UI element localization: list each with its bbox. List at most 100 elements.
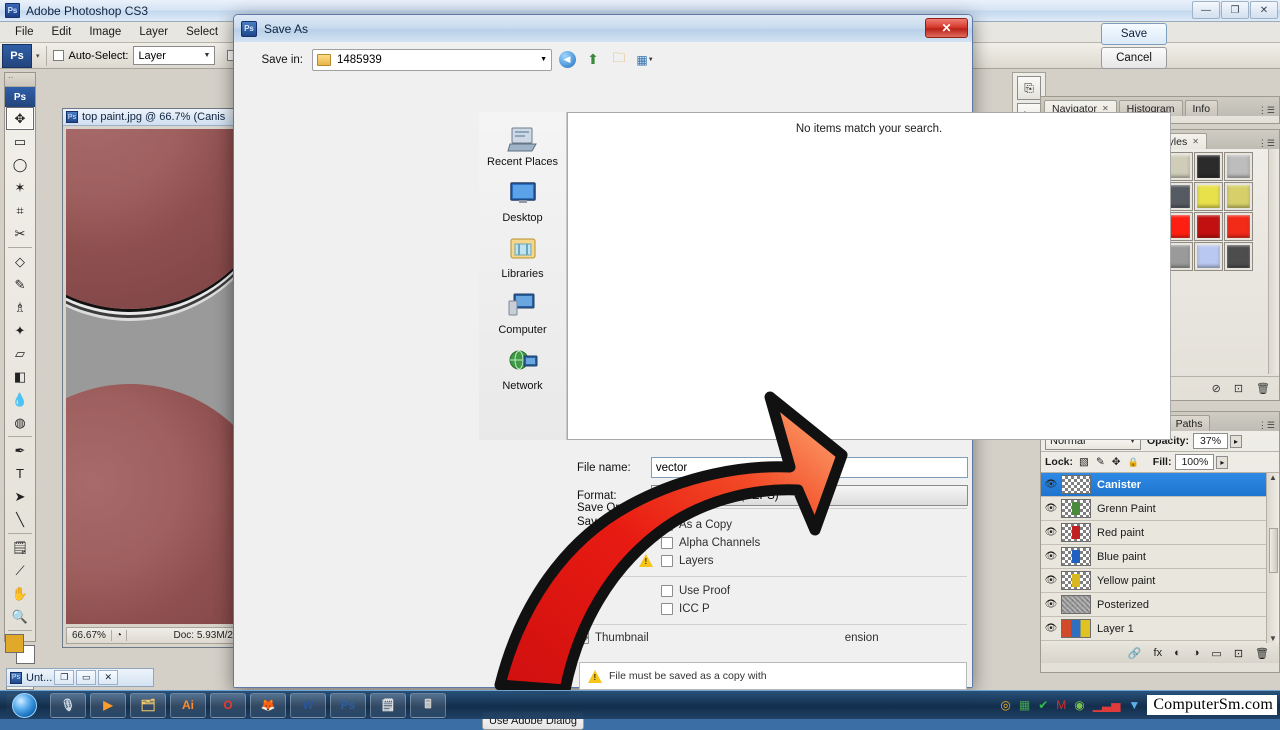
layer-row[interactable]: 👁 Posterized: [1041, 593, 1279, 617]
views-button[interactable]: ▦ ▼: [634, 49, 656, 71]
layer-row[interactable]: 👁 Red paint: [1041, 521, 1279, 545]
place-desktop[interactable]: Desktop: [479, 180, 566, 224]
style-swatch[interactable]: [1194, 182, 1223, 211]
layer-visibility-icon[interactable]: 👁: [1041, 527, 1061, 538]
style-swatch[interactable]: [1224, 212, 1253, 241]
taskbar-calculator[interactable]: 🖩: [410, 692, 446, 718]
opacity-slider-arrow-icon[interactable]: ▸: [1230, 434, 1243, 448]
save-option-as-a-copy[interactable]: As a Copy: [661, 516, 967, 534]
taskbar-media-player[interactable]: 🎙: [50, 692, 86, 718]
place-network[interactable]: Network: [479, 348, 566, 392]
new-layer-icon[interactable]: ⊡: [1234, 647, 1243, 660]
layer-row[interactable]: 👁 Grenn Paint: [1041, 497, 1279, 521]
layer-row[interactable]: Background🔒: [1041, 641, 1279, 643]
save-button[interactable]: Save: [1101, 23, 1167, 45]
up-one-level-button[interactable]: ⬆: [582, 49, 604, 71]
tab-paths[interactable]: Paths: [1167, 415, 1211, 431]
style-swatch[interactable]: [1194, 242, 1223, 271]
history-panel-icon[interactable]: ⎘: [1017, 76, 1041, 100]
line-tool[interactable]: ╲: [6, 508, 34, 531]
layer-visibility-icon[interactable]: 👁: [1041, 623, 1061, 634]
as-a-copy-checkbox[interactable]: [661, 519, 673, 531]
link-layers-icon[interactable]: 🔗: [1128, 647, 1142, 660]
lock-all-icon[interactable]: 🔒: [1128, 457, 1139, 468]
save-option-layers[interactable]: Layers: [639, 552, 967, 570]
color-swatches[interactable]: [5, 634, 35, 664]
color-option-icc-profile[interactable]: ICC P: [661, 600, 967, 618]
slice-tool[interactable]: ✂: [6, 222, 34, 245]
history-brush-tool[interactable]: ✦: [6, 319, 34, 342]
tray-globe[interactable]: ◉: [1074, 698, 1084, 712]
fill-value[interactable]: 100%: [1175, 454, 1215, 470]
layer-style-icon[interactable]: fx: [1154, 647, 1163, 659]
blur-tool[interactable]: 💧: [6, 388, 34, 411]
taskbar-illustrator[interactable]: Ai: [170, 692, 206, 718]
alpha-channels-checkbox[interactable]: [661, 537, 673, 549]
clone-stamp-tool[interactable]: ♗: [6, 296, 34, 319]
close-icon[interactable]: ✕: [1192, 137, 1199, 146]
layer-row[interactable]: 👁 Layer 1: [1041, 617, 1279, 641]
path-selection-tool[interactable]: ➤: [6, 485, 34, 508]
restore-icon[interactable]: ❐: [54, 670, 75, 685]
lock-position-icon[interactable]: ✥: [1112, 456, 1121, 468]
dialog-close-button[interactable]: ✕: [925, 18, 968, 38]
file-name-input[interactable]: vector: [650, 457, 968, 478]
thumbnail-checkbox[interactable]: [577, 632, 589, 644]
taskbar-photoshop[interactable]: Ps: [330, 692, 366, 718]
minimize-icon[interactable]: ▭: [76, 670, 97, 685]
marquee-tool[interactable]: ▭: [6, 130, 34, 153]
taskbar-wmp[interactable]: ▶: [90, 692, 126, 718]
menu-select[interactable]: Select: [177, 24, 227, 40]
zoom-level[interactable]: 66.67%: [67, 630, 111, 641]
new-style-icon[interactable]: ⊡: [1234, 382, 1243, 395]
zoom-tool[interactable]: 🔍: [6, 605, 34, 628]
taskbar-firefox[interactable]: 🦊: [250, 692, 286, 718]
color-option-use-proof[interactable]: Use Proof: [661, 582, 967, 600]
taskbar-explorer[interactable]: 🗂: [130, 692, 166, 718]
healing-brush-tool[interactable]: ◇: [6, 250, 34, 273]
style-swatch[interactable]: [1194, 212, 1223, 241]
styles-scrollbar[interactable]: [1268, 149, 1279, 374]
save-option-alpha-channels[interactable]: Alpha Channels: [661, 534, 967, 552]
new-folder-button[interactable]: 🗀: [608, 49, 630, 71]
start-button[interactable]: [2, 692, 46, 719]
layer-visibility-icon[interactable]: 👁: [1041, 575, 1061, 586]
dodge-tool[interactable]: ◍: [6, 411, 34, 434]
gradient-tool[interactable]: ◧: [6, 365, 34, 388]
minimize-button[interactable]: —: [1192, 1, 1220, 19]
place-libraries[interactable]: Libraries: [479, 236, 566, 280]
panel-menu-icon[interactable]: ⋮☰: [1258, 138, 1279, 149]
tray-volume[interactable]: ▁▃▅: [1093, 698, 1121, 712]
minimized-window-button[interactable]: Ps Unt... ❐ ▭ ✕: [6, 668, 154, 687]
file-list[interactable]: No items match your search.: [567, 112, 1171, 440]
taskbar-notepad[interactable]: 🗒: [370, 692, 406, 718]
layer-visibility-icon[interactable]: 👁: [1041, 551, 1061, 562]
menu-edit[interactable]: Edit: [43, 24, 81, 40]
opacity-value[interactable]: 37%: [1193, 433, 1229, 449]
close-icon[interactable]: ✕: [98, 670, 119, 685]
save-in-combo[interactable]: 1485939 ▼: [312, 48, 552, 71]
tray-chrome[interactable]: ◎: [1000, 698, 1010, 712]
active-tool-icon[interactable]: Ps: [2, 43, 32, 68]
layer-row[interactable]: 👁 Yellow paint: [1041, 569, 1279, 593]
magic-wand-tool[interactable]: ✶: [6, 176, 34, 199]
style-swatch[interactable]: [1224, 242, 1253, 271]
auto-select-checkbox[interactable]: [52, 50, 64, 61]
place-recent-places[interactable]: Recent Places: [479, 124, 566, 168]
taskbar-word[interactable]: W: [290, 692, 326, 718]
place-computer[interactable]: Computer: [479, 292, 566, 336]
image-canvas[interactable]: [66, 129, 238, 624]
menu-file[interactable]: File: [6, 24, 43, 40]
layer-visibility-icon[interactable]: 👁: [1041, 503, 1061, 514]
type-tool[interactable]: T: [6, 462, 34, 485]
delete-style-icon[interactable]: 🗑: [1256, 382, 1270, 395]
new-group-icon[interactable]: ▭: [1211, 647, 1221, 660]
eraser-tool[interactable]: ▱: [6, 342, 34, 365]
menu-image[interactable]: Image: [80, 24, 130, 40]
tray-spreadsheet[interactable]: ▦: [1019, 698, 1030, 712]
notes-tool[interactable]: 🗒: [6, 536, 34, 559]
delete-layer-icon[interactable]: 🗑: [1255, 647, 1269, 660]
tab-info[interactable]: Info: [1184, 100, 1219, 116]
layer-mask-icon[interactable]: ◐: [1174, 647, 1181, 659]
foreground-color-swatch[interactable]: [5, 634, 24, 653]
